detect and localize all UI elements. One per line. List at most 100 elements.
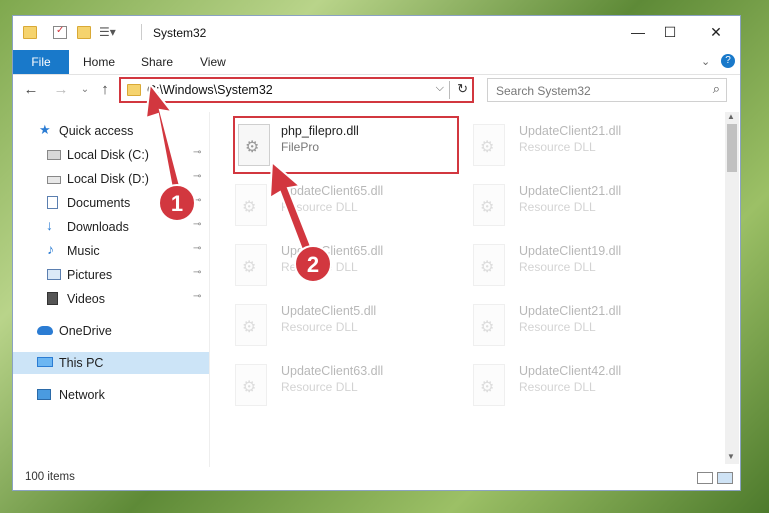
pin-icon: ⊸ bbox=[193, 291, 202, 302]
callout-two: 2 bbox=[294, 245, 332, 283]
gear-icon: ⚙ bbox=[480, 139, 495, 156]
sidebar-item-local-disk-c[interactable]: Local Disk (C:) ⊸ bbox=[13, 144, 209, 166]
dll-file-icon: ⚙ bbox=[235, 364, 267, 406]
sidebar-item-onedrive[interactable]: OneDrive bbox=[13, 320, 209, 342]
file-name: UpdateClient21.dll bbox=[519, 304, 622, 318]
pin-icon: ⊸ bbox=[193, 147, 202, 158]
pin-icon: ⊸ bbox=[193, 171, 202, 182]
sidebar-item-music[interactable]: ♪ Music ⊸ bbox=[13, 240, 209, 262]
new-folder-icon[interactable] bbox=[77, 26, 91, 39]
file-item[interactable]: ⚙ UpdateClient21.dll Resource DLL bbox=[451, 176, 671, 232]
file-item[interactable]: ⚙ UpdateClient5.dll Resource DLL bbox=[213, 296, 433, 352]
sidebar-item-quick-access[interactable]: ★ Quick access bbox=[13, 120, 209, 142]
sidebar-item-videos[interactable]: Videos ⊸ bbox=[13, 288, 209, 310]
search-icon[interactable]: ⌕ bbox=[713, 81, 720, 97]
tab-share[interactable]: Share bbox=[141, 50, 173, 74]
sidebar-item-label: Documents bbox=[67, 196, 131, 210]
file-item[interactable]: ⚙ UpdateClient21.dll Resource DLL bbox=[451, 296, 671, 352]
sidebar-item-pictures[interactable]: Pictures ⊸ bbox=[13, 264, 209, 286]
scroll-up-icon[interactable]: ▲ bbox=[727, 112, 735, 121]
file-type: FilePro bbox=[281, 140, 320, 154]
file-name: UpdateClient19.dll bbox=[519, 244, 622, 258]
sidebar-item-label: This PC bbox=[59, 356, 104, 370]
scrollbar-thumb[interactable] bbox=[727, 124, 737, 172]
pin-icon: ⊸ bbox=[193, 267, 202, 278]
navigation-pane: ★ Quick access Local Disk (C:) ⊸ Local D… bbox=[13, 112, 209, 462]
callout-one: 1 bbox=[158, 184, 196, 222]
dll-file-icon: ⚙ bbox=[473, 244, 505, 286]
refresh-icon[interactable]: ↻ bbox=[457, 81, 468, 97]
ribbon-expand-icon[interactable]: ⌄ bbox=[701, 55, 710, 68]
gear-icon: ⚙ bbox=[242, 319, 257, 336]
videos-icon bbox=[47, 292, 58, 305]
maximize-button[interactable]: ☐ bbox=[655, 22, 685, 42]
dll-file-icon: ⚙ bbox=[473, 184, 505, 226]
file-type: Resource DLL bbox=[281, 380, 358, 394]
search-placeholder: Search System32 bbox=[496, 84, 591, 98]
address-separator bbox=[449, 81, 450, 99]
scroll-down-icon[interactable]: ▼ bbox=[727, 452, 735, 461]
drive-icon bbox=[47, 150, 61, 160]
up-button[interactable]: ↑ bbox=[97, 81, 113, 99]
search-input[interactable]: Search System32 ⌕ bbox=[487, 78, 727, 102]
pictures-icon bbox=[47, 269, 61, 280]
minimize-button[interactable]: — bbox=[623, 22, 653, 42]
file-item-php-filepro[interactable]: ⚙ php_filepro.dll FilePro bbox=[233, 116, 459, 174]
window-title: System32 bbox=[153, 26, 207, 40]
pin-icon: ⊸ bbox=[193, 243, 202, 254]
tab-view[interactable]: View bbox=[200, 50, 226, 74]
file-item[interactable]: ⚙ UpdateClient42.dll Resource DLL bbox=[451, 356, 671, 412]
forward-button[interactable]: → bbox=[53, 81, 69, 99]
download-icon: ↓ bbox=[46, 217, 53, 233]
file-type: Resource DLL bbox=[519, 380, 596, 394]
file-item[interactable]: ⚙ UpdateClient21.dll Resource DLL bbox=[451, 116, 671, 172]
sidebar-item-label: Downloads bbox=[67, 220, 129, 234]
address-dropdown-icon[interactable]: ⌵ bbox=[436, 82, 444, 95]
star-icon: ★ bbox=[39, 122, 51, 137]
sidebar-item-label: Network bbox=[59, 388, 105, 402]
title-separator bbox=[141, 24, 142, 40]
properties-icon[interactable]: ✓ bbox=[53, 25, 67, 39]
file-type: Resource DLL bbox=[281, 320, 358, 334]
file-type: Resource DLL bbox=[519, 320, 596, 334]
dll-file-icon: ⚙ bbox=[235, 184, 267, 226]
sidebar-item-network[interactable]: Network bbox=[13, 384, 209, 406]
file-list: ⚙ php_filepro.dll FilePro ⚙ UpdateClient… bbox=[213, 112, 725, 467]
file-item[interactable]: ⚙ UpdateClient65.dll Resource DLL bbox=[213, 176, 433, 232]
gear-icon: ⚙ bbox=[480, 259, 495, 276]
tab-home[interactable]: Home bbox=[83, 50, 115, 74]
file-item[interactable]: ⚙ UpdateClient63.dll Resource DLL bbox=[213, 356, 433, 412]
address-bar[interactable]: C:\Windows\System32 ⌵ ↻ bbox=[119, 77, 474, 103]
customize-toolbar-icon[interactable]: ☰▾ bbox=[99, 26, 116, 39]
large-icons-view-icon[interactable] bbox=[717, 472, 733, 484]
gear-icon: ⚙ bbox=[242, 259, 257, 276]
file-name: UpdateClient21.dll bbox=[519, 184, 622, 198]
tab-file[interactable]: File bbox=[13, 50, 69, 74]
file-type: Resource DLL bbox=[519, 140, 596, 154]
cloud-icon bbox=[37, 326, 53, 335]
sidebar-item-this-pc[interactable]: This PC bbox=[13, 352, 209, 374]
dll-file-icon: ⚙ bbox=[473, 304, 505, 346]
dll-file-icon: ⚙ bbox=[235, 304, 267, 346]
close-button[interactable]: ✕ bbox=[701, 22, 731, 42]
dll-file-icon: ⚙ bbox=[235, 244, 267, 286]
drive-icon bbox=[47, 176, 61, 184]
folder-icon bbox=[23, 26, 37, 39]
dll-file-icon: ⚙ bbox=[473, 364, 505, 406]
gear-icon: ⚙ bbox=[480, 319, 495, 336]
gear-icon: ⚙ bbox=[242, 379, 257, 396]
sidebar-item-label: Videos bbox=[67, 292, 105, 306]
back-button[interactable]: ← bbox=[23, 81, 39, 99]
network-icon bbox=[37, 389, 51, 400]
item-count: 100 items bbox=[25, 471, 75, 483]
recent-locations-icon[interactable]: ⌄ bbox=[77, 81, 93, 99]
file-item[interactable]: ⚙ UpdateClient19.dll Resource DLL bbox=[451, 236, 671, 292]
vertical-scrollbar[interactable]: ▲ ▼ bbox=[725, 112, 739, 464]
file-name: php_filepro.dll bbox=[281, 124, 359, 138]
gear-icon: ⚙ bbox=[480, 199, 495, 216]
details-view-icon[interactable] bbox=[697, 472, 713, 484]
address-path[interactable]: C:\Windows\System32 bbox=[147, 83, 273, 97]
help-icon[interactable]: ? bbox=[721, 54, 735, 68]
gear-icon: ⚙ bbox=[242, 199, 257, 216]
sidebar-item-label: Local Disk (C:) bbox=[67, 148, 149, 162]
